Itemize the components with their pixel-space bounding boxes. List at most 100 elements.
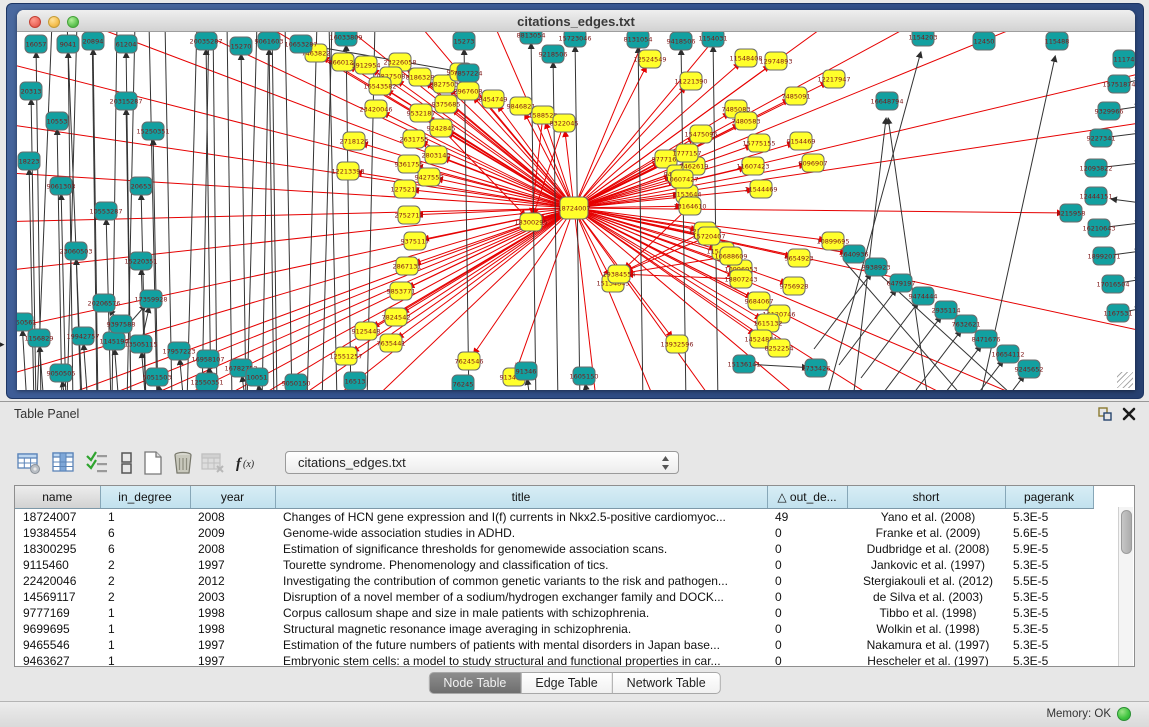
cell-year[interactable]: 1998: [190, 621, 275, 637]
graph-node[interactable]: 11221390: [674, 72, 707, 90]
graph-node[interactable]: 11544469: [744, 180, 777, 198]
graph-node[interactable]: 10654112: [991, 345, 1024, 363]
graph-node[interactable]: 12974893: [759, 52, 792, 70]
cell-in_degree[interactable]: 2: [100, 573, 190, 589]
cell-title[interactable]: Investigating the contribution of common…: [275, 573, 767, 589]
graph-node[interactable]: 6479197: [887, 274, 916, 292]
cell-title[interactable]: Estimation of significance thresholds fo…: [275, 541, 767, 557]
graph-node[interactable]: 1640936: [840, 245, 869, 263]
graph-edge[interactable]: [23, 334, 27, 390]
cell-out_degree[interactable]: 0: [767, 525, 847, 541]
graph-node[interactable]: 20313: [20, 82, 42, 100]
graph-node[interactable]: 7857224: [454, 64, 483, 82]
graph-node[interactable]: 9397588: [107, 315, 136, 333]
graph-node[interactable]: 8131054: [624, 32, 653, 48]
cell-in_degree[interactable]: 1: [100, 509, 190, 526]
cell-pagerank[interactable]: 5.9E-5: [1005, 541, 1093, 557]
cell-short[interactable]: Hescheler et al. (1997): [847, 653, 1005, 667]
cell-in_degree[interactable]: 1: [100, 605, 190, 621]
cell-name[interactable]: 18724007: [15, 509, 100, 526]
graph-node[interactable]: 9061303: [47, 177, 76, 195]
cell-short[interactable]: Nakamura et al. (1997): [847, 637, 1005, 653]
graph-edge[interactable]: [574, 208, 1059, 213]
graph-node[interactable]: 12551257: [329, 347, 362, 365]
graph-node[interactable]: 20894: [82, 32, 104, 50]
graph-edge[interactable]: [187, 32, 197, 390]
cell-year[interactable]: 2009: [190, 525, 275, 541]
column-header-title[interactable]: title: [275, 486, 767, 509]
graph-edge[interactable]: [159, 389, 162, 390]
graph-edge[interactable]: [574, 169, 741, 208]
graph-node[interactable]: 20653: [130, 177, 152, 195]
cell-name[interactable]: 22420046: [15, 573, 100, 589]
graph-node[interactable]: 2631755: [400, 130, 429, 148]
graph-node[interactable]: 23060503: [59, 242, 92, 260]
graph-node[interactable]: 1275212: [391, 180, 420, 198]
cell-in_degree[interactable]: 2: [100, 589, 190, 605]
graph-node[interactable]: 15250351: [136, 122, 169, 140]
graph-edge[interactable]: [464, 53, 469, 390]
graph-node[interactable]: 8096907: [799, 154, 828, 172]
graph-edge[interactable]: [57, 133, 62, 390]
graph-node[interactable]: 1733426: [802, 359, 831, 377]
graph-edge[interactable]: [61, 198, 66, 390]
cell-pagerank[interactable]: 5.6E-5: [1005, 525, 1093, 541]
graph-node[interactable]: 18992071: [1087, 247, 1120, 265]
panel-collapse-arrow-icon[interactable]: ▸: [0, 340, 5, 349]
table-row[interactable]: 946554611997Estimation of the future num…: [15, 637, 1093, 653]
cell-name[interactable]: 9699695: [15, 621, 100, 637]
graph-edge[interactable]: [884, 320, 939, 390]
table-row[interactable]: 2242004622012Investigating the contribut…: [15, 573, 1093, 589]
graph-node[interactable]: 1154203: [909, 32, 938, 46]
graph-edge[interactable]: [307, 32, 317, 390]
graph-edge[interactable]: [115, 353, 119, 390]
graph-node[interactable]: 91346: [515, 362, 537, 380]
graph-node[interactable]: 16057: [25, 35, 47, 53]
graph-node[interactable]: 9154469: [787, 132, 816, 150]
graph-edge[interactable]: [259, 389, 262, 390]
cell-name[interactable]: 14569117: [15, 589, 100, 605]
graph-edge[interactable]: [180, 363, 184, 390]
cell-year[interactable]: 2003: [190, 589, 275, 605]
graph-node[interactable]: 5051503: [143, 368, 172, 386]
graph-node[interactable]: 1167531: [1104, 304, 1133, 322]
graph-edge[interactable]: [17, 208, 574, 372]
graph-node[interactable]: 20206576: [87, 294, 120, 312]
row-height-icon[interactable]: [114, 450, 140, 476]
column-header-out_degree[interactable]: △ out_de...: [767, 486, 847, 509]
cell-year[interactable]: 1997: [190, 637, 275, 653]
graph-edge[interactable]: [401, 208, 574, 336]
cell-out_degree[interactable]: 0: [767, 557, 847, 573]
cell-pagerank[interactable]: 5.5E-5: [1005, 573, 1093, 589]
graph-edge[interactable]: [206, 53, 211, 390]
cell-short[interactable]: de Silva et al. (2003): [847, 589, 1005, 605]
graph-node[interactable]: 2803144: [422, 146, 451, 164]
cell-out_degree[interactable]: 0: [767, 653, 847, 667]
graph-edge[interactable]: [84, 348, 88, 390]
graph-node[interactable]: 9041: [57, 35, 79, 53]
cell-title[interactable]: Embryonic stem cells: a model to study s…: [275, 653, 767, 667]
graph-edge[interactable]: [1115, 200, 1135, 204]
graph-node[interactable]: 7632621: [952, 315, 981, 333]
graph-node[interactable]: 1777157: [673, 144, 702, 162]
graph-node[interactable]: 9125448: [352, 322, 381, 340]
graph-node[interactable]: 9061603: [255, 32, 284, 50]
column-check-list-icon[interactable]: [84, 450, 110, 476]
graph-edge[interactable]: [241, 58, 246, 390]
table-row[interactable]: 1830029562008Estimation of significance …: [15, 541, 1093, 557]
graph-edge[interactable]: [586, 388, 589, 390]
graph-edge[interactable]: [839, 293, 894, 365]
cell-out_degree[interactable]: 0: [767, 573, 847, 589]
graph-node[interactable]: 5912954: [352, 56, 381, 74]
graph-node[interactable]: 9242845: [427, 119, 456, 137]
graph-edge[interactable]: [165, 32, 172, 390]
cell-pagerank[interactable]: 5.3E-5: [1005, 589, 1093, 605]
graph-node[interactable]: 12444151: [1079, 187, 1112, 205]
cell-out_degree[interactable]: 0: [767, 621, 847, 637]
graph-node[interactable]: 15751874: [1102, 75, 1135, 93]
cell-year[interactable]: 1997: [190, 557, 275, 573]
cell-year[interactable]: 2008: [190, 541, 275, 557]
graph-node[interactable]: 20315287: [109, 92, 142, 110]
graph-edge[interactable]: [967, 379, 1022, 390]
graph-edge[interactable]: [574, 208, 657, 390]
